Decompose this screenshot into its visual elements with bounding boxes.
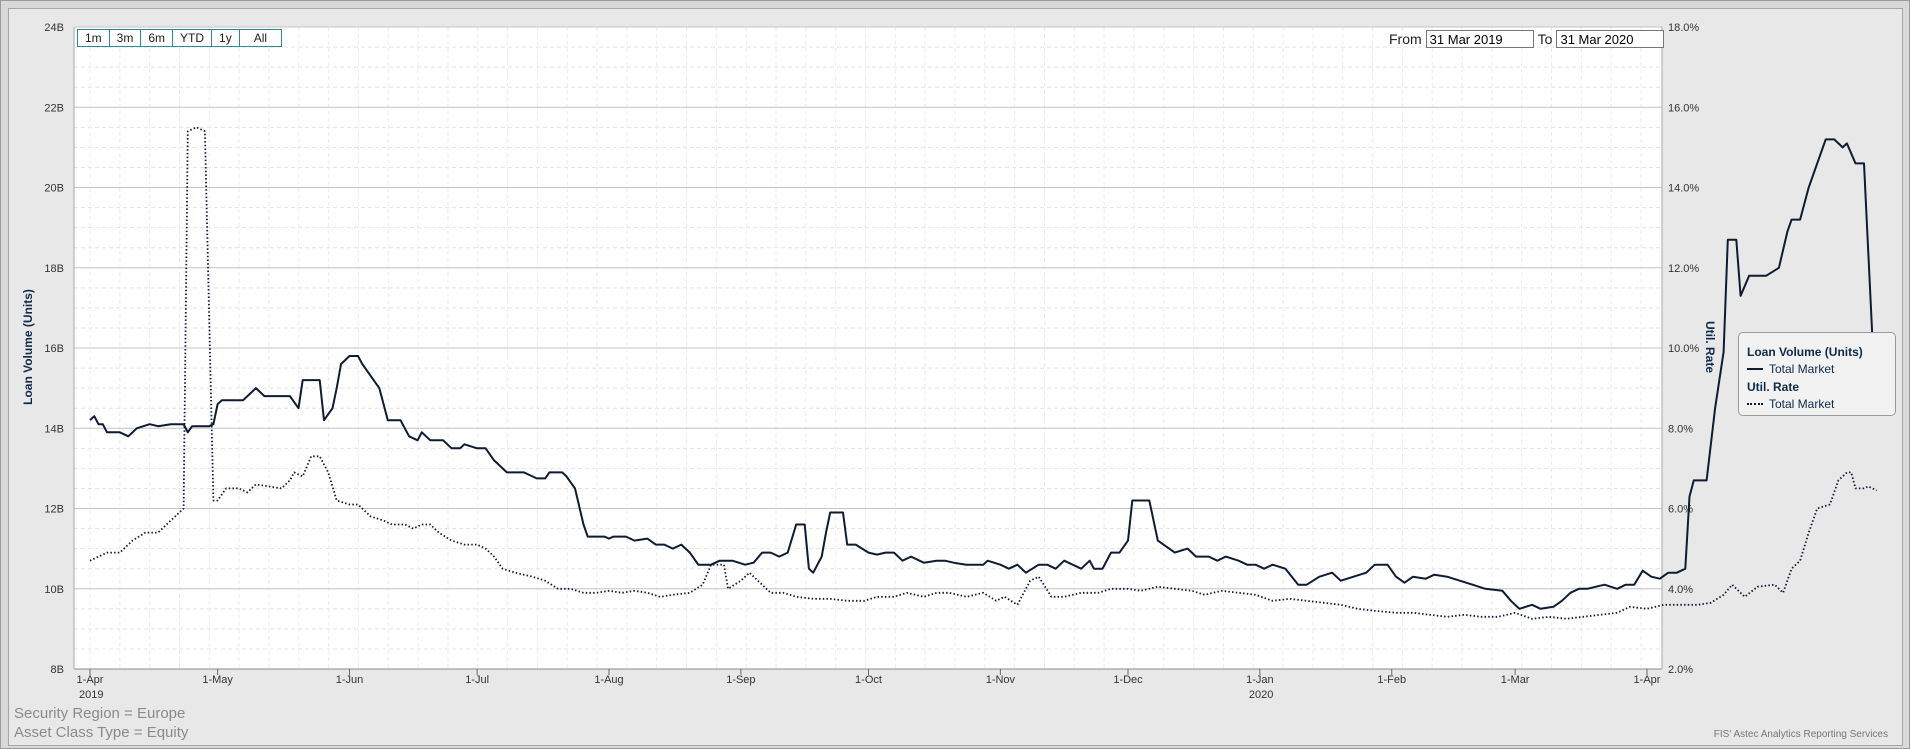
y-left-tick-label: 24B — [44, 22, 64, 34]
x-tick-label: 1-Nov — [986, 674, 1016, 686]
legend-group-loan-volume: Loan Volume (Units) — [1747, 345, 1863, 359]
x-tick-year-label: 2020 — [1249, 689, 1273, 701]
y-left-tick-label: 22B — [44, 102, 64, 114]
line-chart: 1-Apr 2019 1-May 1-Jun 1-Jul 1-Aug 1-Sep 1-Oct 1… — [21, 22, 1878, 701]
legend-item-label: Total Market — [1769, 362, 1835, 376]
y-left-tick-label: 12B — [44, 504, 64, 516]
legend-group-util-rate: Util. Rate — [1747, 380, 1800, 394]
date-range: From To — [1389, 30, 1668, 48]
x-tick-label: 1-Oct — [855, 674, 882, 686]
x-tick-year-label: 2019 — [79, 689, 103, 701]
range-selector: 1m 3m 6m YTD 1y All — [77, 29, 283, 47]
x-tick-label: 1-Feb — [1377, 674, 1406, 686]
y-left-tick-label: 14B — [44, 423, 64, 435]
range-1y-button[interactable]: 1y — [212, 30, 240, 46]
dotted-line-swatch-icon — [1747, 403, 1763, 405]
x-tick-label: 1-Jun — [336, 674, 364, 686]
range-6m-button[interactable]: 6m — [141, 30, 174, 46]
x-tick-label: 1-Mar — [1501, 674, 1530, 686]
legend-item-label: Total Market — [1769, 397, 1835, 411]
y-right-tick-label: 10.0% — [1668, 343, 1699, 355]
x-tick-label: 1-Apr — [1634, 674, 1661, 686]
y-right-tick-label: 2.0% — [1668, 664, 1693, 676]
y-left-tick-label: 10B — [44, 584, 64, 596]
y-right-tick-label: 4.0% — [1668, 584, 1693, 596]
credit-text: FIS' Astec Analytics Reporting Services — [1713, 729, 1888, 740]
filter-region: Security Region = Europe — [14, 705, 186, 722]
x-tick-label: 1-May — [202, 674, 233, 686]
x-tick-label: 1-Apr — [77, 674, 104, 686]
x-axis: 1-Apr 2019 1-May 1-Jun 1-Jul 1-Aug 1-Sep 1-Oct 1… — [77, 669, 1661, 701]
y-right-tick-label: 14.0% — [1668, 183, 1699, 195]
from-label: From — [1389, 31, 1422, 47]
range-1m-button[interactable]: 1m — [78, 30, 110, 46]
to-label: To — [1537, 31, 1553, 47]
legend: Loan Volume (Units) Total Market Util. R… — [1738, 332, 1896, 416]
to-date-input[interactable] — [1556, 30, 1665, 48]
y-axis-right: 2.0%4.0%6.0%8.0%10.0%12.0%14.0%16.0%18.0… — [1668, 22, 1699, 676]
y-right-tick-label: 16.0% — [1668, 102, 1699, 114]
from-date-input[interactable] — [1425, 30, 1534, 48]
range-all-button[interactable]: All — [239, 30, 282, 46]
y-right-tick-label: 8.0% — [1668, 423, 1693, 435]
y-axis-left-title: Loan Volume (Units) — [21, 289, 35, 405]
x-tick-label: 1-Sep — [726, 674, 755, 686]
y-right-tick-label: 18.0% — [1668, 22, 1699, 34]
y-left-tick-label: 18B — [44, 263, 64, 275]
filter-asset-class: Asset Class Type = Equity — [14, 724, 189, 741]
y-axis-right-title: Util. Rate — [1703, 321, 1717, 373]
x-tick-label: 1-Aug — [594, 674, 623, 686]
y-left-tick-label: 8B — [51, 664, 64, 676]
range-ytd-button[interactable]: YTD — [173, 30, 213, 46]
y-axis-left: 8B 10B 12B 14B 16B 18B 20B 22B 24B — [44, 22, 64, 676]
range-3m-button[interactable]: 3m — [109, 30, 142, 46]
x-tick-label: 1-Jan — [1246, 674, 1274, 686]
x-tick-label: 1-Dec — [1113, 674, 1143, 686]
legend-item-util-total-market[interactable]: Total Market — [1747, 397, 1834, 411]
solid-line-swatch-icon — [1747, 368, 1763, 370]
legend-item-loan-total-market[interactable]: Total Market — [1747, 362, 1834, 376]
y-left-tick-label: 20B — [44, 183, 64, 195]
y-right-tick-label: 12.0% — [1668, 263, 1699, 275]
y-left-tick-label: 16B — [44, 343, 64, 355]
x-tick-label: 1-Jul — [465, 674, 489, 686]
